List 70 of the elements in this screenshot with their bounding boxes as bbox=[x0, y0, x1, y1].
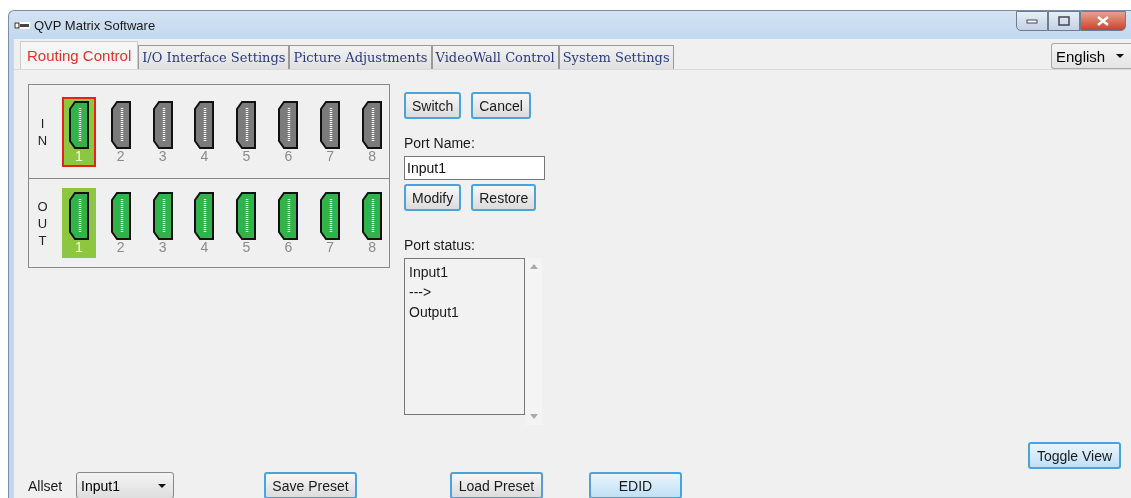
port-button[interactable]: 7 bbox=[313, 96, 348, 167]
port-status-label: Port status: bbox=[404, 237, 476, 253]
action-button[interactable]: Cancel bbox=[471, 92, 531, 119]
row-label: N bbox=[37, 131, 48, 149]
port-number: 6 bbox=[284, 240, 293, 254]
row-label: T bbox=[38, 231, 47, 249]
port-name-label: Port Name: bbox=[404, 135, 476, 151]
port-number: 7 bbox=[326, 148, 335, 163]
allset-label: Allset bbox=[28, 477, 64, 494]
port-number: 7 bbox=[326, 240, 335, 254]
port-number: 4 bbox=[200, 240, 209, 254]
maximize-icon bbox=[1058, 16, 1070, 26]
row-label: U bbox=[37, 214, 48, 232]
port-number: 8 bbox=[368, 148, 376, 163]
tab[interactable]: I/O Interface Settings bbox=[138, 45, 290, 69]
port-button[interactable]: 4 bbox=[187, 96, 222, 167]
port-button[interactable]: 4 bbox=[187, 188, 222, 258]
status-line: Input1 bbox=[409, 263, 449, 282]
scrollbar[interactable] bbox=[525, 258, 542, 425]
action-button[interactable]: Switch bbox=[404, 92, 462, 119]
port-number: 1 bbox=[74, 240, 83, 254]
maximize-button[interactable] bbox=[1048, 11, 1080, 31]
toggle-view-button[interactable]: Toggle View bbox=[1028, 442, 1121, 469]
port-button[interactable]: 2 bbox=[103, 96, 138, 167]
tab[interactable]: VideoWall Control bbox=[431, 45, 559, 69]
port-name-field[interactable]: Input1 bbox=[404, 156, 545, 180]
port-button[interactable]: 5 bbox=[229, 96, 264, 167]
port-number: 2 bbox=[116, 148, 125, 163]
port-number: 2 bbox=[116, 240, 125, 254]
port-number: 5 bbox=[242, 240, 251, 254]
port-button[interactable]: 6 bbox=[271, 188, 306, 258]
port-number: 6 bbox=[284, 148, 293, 163]
port-button[interactable]: 2 bbox=[103, 188, 138, 258]
port-number: 3 bbox=[158, 148, 167, 163]
app-logo-icon bbox=[14, 20, 30, 30]
port-number: 4 bbox=[200, 148, 209, 163]
status-line: Output1 bbox=[409, 303, 460, 322]
port-button[interactable]: 7 bbox=[313, 188, 348, 258]
row-label: I bbox=[40, 114, 45, 132]
port-number: 1 bbox=[74, 148, 83, 163]
window-title: QVP Matrix Software bbox=[34, 17, 156, 33]
row-label: O bbox=[37, 197, 48, 215]
tab[interactable]: Picture Adjustments bbox=[289, 45, 432, 69]
scroll-up-icon bbox=[529, 264, 538, 269]
allset-dropdown[interactable]: Input1 bbox=[76, 472, 174, 498]
minimize-button[interactable] bbox=[1016, 11, 1048, 31]
port-number: 5 bbox=[242, 148, 251, 163]
close-icon bbox=[1096, 16, 1110, 26]
preset-button[interactable]: Save Preset bbox=[264, 472, 357, 498]
tab[interactable]: System Settings bbox=[558, 45, 674, 69]
tab[interactable]: Routing Control bbox=[20, 41, 139, 69]
action-button[interactable]: Modify bbox=[404, 184, 462, 211]
language-dropdown[interactable]: English bbox=[1051, 43, 1131, 69]
preset-button[interactable]: Load Preset bbox=[450, 472, 543, 498]
preset-button[interactable]: EDID bbox=[589, 472, 682, 498]
port-number: 3 bbox=[158, 240, 167, 254]
action-button[interactable]: Restore bbox=[471, 184, 537, 211]
port-button[interactable]: 3 bbox=[145, 188, 180, 258]
status-line: ---> bbox=[409, 283, 433, 302]
port-button[interactable]: 8 bbox=[355, 96, 389, 167]
port-button[interactable]: 8 bbox=[355, 188, 389, 258]
port-number: 8 bbox=[368, 240, 376, 254]
scroll-down-icon bbox=[529, 414, 538, 419]
caret-icon bbox=[1115, 53, 1125, 59]
port-button[interactable]: 3 bbox=[145, 96, 180, 167]
caret-icon bbox=[157, 482, 167, 489]
close-button[interactable] bbox=[1080, 11, 1126, 31]
port-button[interactable]: 6 bbox=[271, 96, 306, 167]
minimize-icon bbox=[1026, 18, 1038, 24]
port-button[interactable]: 5 bbox=[229, 188, 264, 258]
